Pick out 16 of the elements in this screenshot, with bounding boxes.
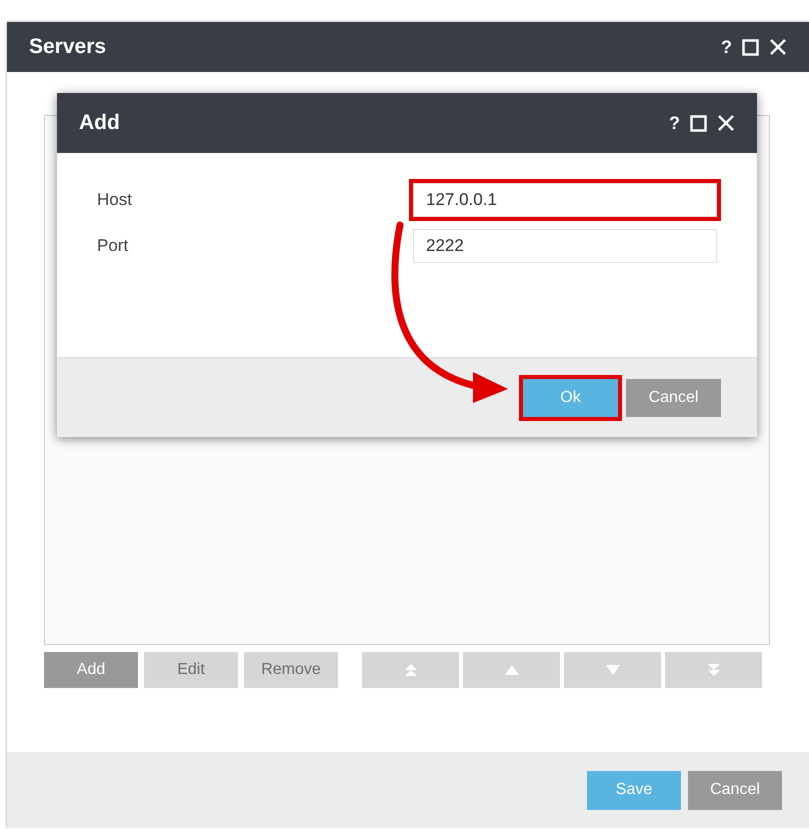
cancel-button[interactable]: Cancel — [626, 378, 721, 416]
cancel-button[interactable]: Cancel — [688, 770, 782, 810]
help-icon[interactable]: ? — [721, 36, 732, 58]
help-icon[interactable]: ? — [669, 112, 680, 134]
close-icon[interactable] — [717, 114, 735, 132]
ok-button[interactable]: Ok — [523, 378, 618, 416]
input-field[interactable]: 2222 — [413, 229, 717, 263]
add-button[interactable]: Add — [44, 652, 138, 688]
maximize-icon[interactable] — [690, 114, 707, 132]
close-icon[interactable] — [769, 38, 787, 56]
field-label: Host — [97, 190, 133, 210]
maximize-icon[interactable] — [742, 38, 759, 56]
window-title: Servers — [29, 35, 108, 59]
dialog-title: Add — [79, 111, 121, 135]
field-label: Port — [97, 236, 130, 256]
save-button[interactable]: Save — [587, 770, 681, 810]
